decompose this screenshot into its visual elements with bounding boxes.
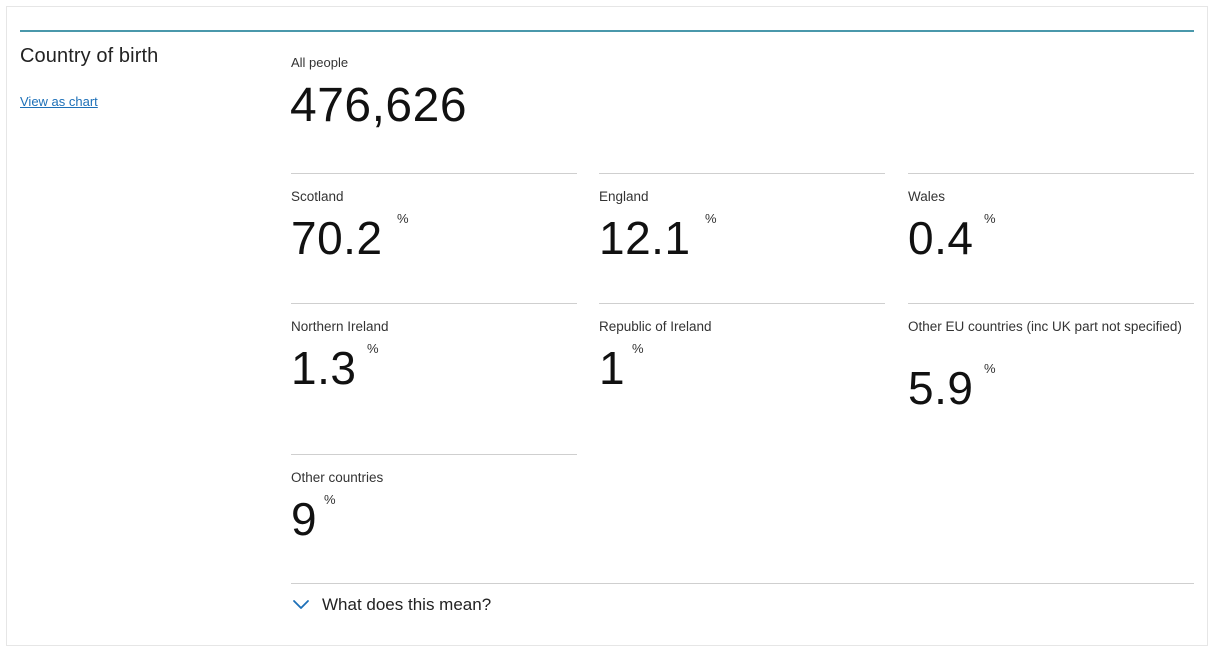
stat-value: 70.2 <box>291 212 383 264</box>
stat-unit: % <box>397 211 409 226</box>
all-people-value: 476,626 <box>290 79 468 132</box>
stat-unit: % <box>632 341 644 356</box>
stat-label: Other countries <box>291 470 384 485</box>
stat-label: Republic of Ireland <box>599 319 712 334</box>
stat-value: 0.4 <box>908 212 974 264</box>
stat-value: 12.1 <box>599 212 691 264</box>
stat-unit: % <box>367 341 379 356</box>
stat-scotland: Scotland 70.2 % <box>291 173 577 264</box>
view-as-chart-link[interactable]: View as chart <box>20 94 98 109</box>
chevron-down-icon <box>293 600 309 609</box>
stat-value: 1 <box>599 342 626 394</box>
section-title: Country of birth <box>20 45 159 67</box>
stat-northern-ireland: Northern Ireland 1.3 % <box>291 303 577 394</box>
stat-unit: % <box>705 211 717 226</box>
stat-label: Other EU countries (inc UK part not spec… <box>908 319 1182 334</box>
stat-wales: Wales 0.4 % <box>908 173 1194 264</box>
stat-republic-of-ireland: Republic of Ireland 1 % <box>599 303 885 394</box>
stat-label: Scotland <box>291 189 344 204</box>
what-does-this-mean-label: What does this mean? <box>322 595 492 614</box>
stat-other-countries: Other countries 9 % <box>291 454 577 545</box>
stat-label: Wales <box>908 189 946 204</box>
all-people-label: All people <box>291 55 349 70</box>
stat-unit: % <box>984 361 996 376</box>
section-top-rule <box>20 30 1194 32</box>
stat-england: England 12.1 % <box>599 173 885 264</box>
what-does-this-mean-toggle[interactable]: What does this mean? <box>291 593 491 617</box>
stat-unit: % <box>324 492 336 507</box>
stat-unit: % <box>984 211 996 226</box>
stat-value: 1.3 <box>291 342 357 394</box>
stat-other-eu-countries: Other EU countries (inc UK part not spec… <box>908 303 1194 414</box>
stat-label: England <box>599 189 649 204</box>
stat-label: Northern Ireland <box>291 319 389 334</box>
divider <box>291 583 1194 584</box>
stat-value: 5.9 <box>908 362 974 414</box>
stat-value: 9 <box>291 493 318 545</box>
